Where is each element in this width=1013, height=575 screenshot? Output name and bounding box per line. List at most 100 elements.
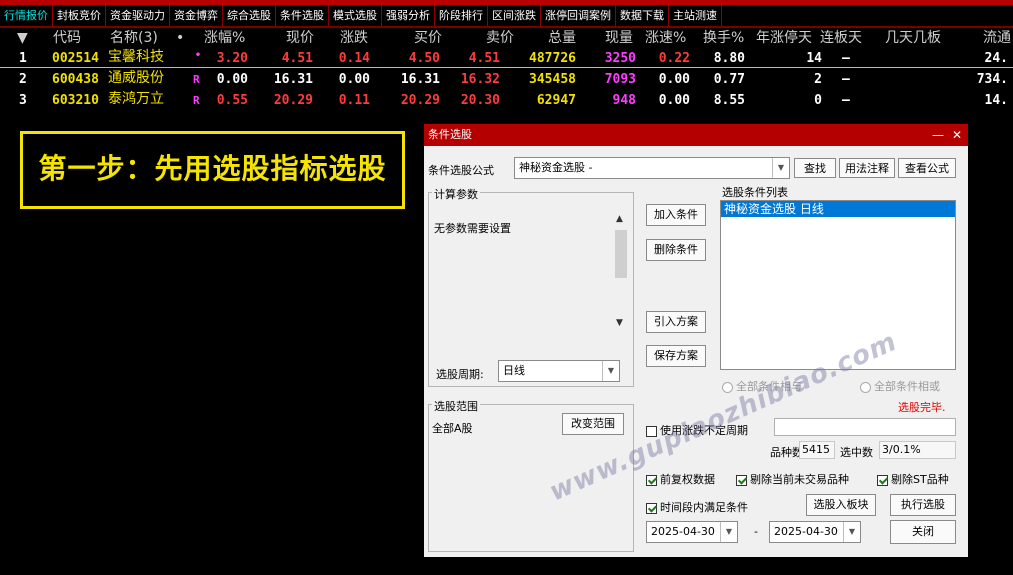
use-period-checkbox[interactable]: 使用涨跌不定周期 [646,422,748,438]
tab-quotes[interactable]: 行情报价 [0,5,53,26]
chevron-down-icon[interactable]: ▼ [602,361,619,381]
tab-speed-test[interactable]: 主站测速 [669,5,722,26]
stock-name[interactable]: 通威股份 [108,69,164,88]
minimize-icon[interactable]: — [932,124,944,146]
params-group-label: 计算参数 [432,186,480,202]
col-speed[interactable]: 涨速% [645,28,686,48]
chevron-down-icon[interactable]: ▼ [772,158,789,178]
scroll-down-icon[interactable]: ▼ [616,318,623,328]
stock-name[interactable]: 泰鸿万立 [108,90,164,109]
date-dash: - [754,525,758,538]
col-turnover[interactable]: 换手% [703,28,744,48]
volume: 62947 [536,93,576,108]
add-to-block-button[interactable]: 选股入板块 [806,494,876,516]
params-scrollbar[interactable]: ▲ ▼ [613,214,629,334]
use-period-label: 使用涨跌不定周期 [660,424,748,437]
close-icon[interactable]: ✕ [952,124,962,146]
execute-select-button[interactable]: 执行选股 [890,494,956,516]
change-range-button[interactable]: 改变范围 [562,413,624,435]
col-price[interactable]: 现价 [286,28,314,48]
tab-strength-analysis[interactable]: 强弱分析 [382,5,435,26]
all-and-radio[interactable]: 全部条件相与 [722,378,802,394]
condition-list[interactable]: 神秘资金选股 日线 [720,200,956,370]
condition-list-item[interactable]: 神秘资金选股 日线 [721,201,955,217]
view-formula-button[interactable]: 查看公式 [898,158,956,178]
turnover: 8.55 [713,93,745,108]
tab-stage-ranking[interactable]: 阶段排行 [435,5,488,26]
selected-row-underline [0,67,1013,68]
all-or-label: 全部条件相或 [874,380,940,393]
chevron-down-icon[interactable]: ▼ [720,522,737,542]
bid: 4.50 [408,51,440,66]
save-plan-button[interactable]: 保存方案 [646,345,706,367]
delete-condition-button[interactable]: 删除条件 [646,239,706,261]
exclude-untraded-checkbox[interactable]: 剔除当前未交易品种 [736,471,849,487]
dialog-titlebar[interactable]: 条件选股 [424,124,968,146]
sort-arrow-icon[interactable]: ▼ [17,28,28,48]
tab-fund-game[interactable]: 资金博弈 [170,5,223,26]
chevron-down-icon[interactable]: ▼ [843,522,860,542]
find-button[interactable]: 查找 [794,158,836,178]
fq-checkbox[interactable]: 前复权数据 [646,471,715,487]
board-days: – [842,72,850,87]
col-bid[interactable]: 买价 [414,28,442,48]
board-days: – [842,93,850,108]
time-condition-checkbox[interactable]: 时间段内满足条件 [646,499,748,515]
import-plan-button[interactable]: 引入方案 [646,311,706,333]
col-limit-days[interactable]: 年涨停天 [756,28,812,48]
turnover: 0.77 [713,72,745,87]
col-code[interactable]: 代码 [53,28,81,48]
tab-limit-pullback[interactable]: 涨停回调案例 [541,5,616,26]
count-value: 5415 [799,441,835,459]
row-flag: R [193,94,200,107]
scroll-up-icon[interactable]: ▲ [616,214,623,224]
exclude-st-checkbox[interactable]: 剔除ST品种 [877,471,949,487]
ask: 4.51 [468,51,500,66]
tab-pattern-select[interactable]: 模式选股 [329,5,382,26]
col-ask[interactable]: 卖价 [486,28,514,48]
checkbox-icon [877,474,888,486]
checkbox-icon [736,474,747,486]
period-select[interactable]: 日线 ▼ [498,360,620,382]
col-name[interactable]: 名称(3) [110,28,158,48]
formula-label: 条件选股公式 [428,164,494,177]
col-pct[interactable]: 涨幅% [204,28,245,48]
col-cur-vol[interactable]: 现量 [605,28,633,48]
tab-range-change[interactable]: 区间涨跌 [488,5,541,26]
date-to-value: 2025-04-30 [774,525,838,538]
stock-name[interactable]: 宝馨科技 [108,48,164,67]
stock-code[interactable]: 600438 [52,70,99,89]
all-and-label: 全部条件相与 [736,380,802,393]
done-status: 选股完毕. [898,401,946,414]
period-input[interactable] [774,418,956,436]
tab-sealing-bid[interactable]: 封板竞价 [53,5,106,26]
scroll-thumb[interactable] [615,230,627,278]
add-condition-button[interactable]: 加入条件 [646,204,706,226]
speed: 0.00 [658,72,690,87]
stock-code[interactable]: 002514 [52,49,99,68]
checkbox-icon [646,502,657,514]
col-board-days[interactable]: 连板天 [820,28,862,48]
col-streak[interactable]: 几天几板 [885,28,941,48]
close-dialog-button[interactable]: 关闭 [890,520,956,544]
date-from-select[interactable]: 2025-04-30 ▼ [646,521,738,543]
formula-select[interactable]: 神秘资金选股 - ▼ [514,157,790,179]
tab-composite-select[interactable]: 综合选股 [223,5,276,26]
col-float[interactable]: 流通 [983,28,1011,48]
date-to-select[interactable]: 2025-04-30 ▼ [769,521,861,543]
no-params-text: 无参数需要设置 [434,222,511,235]
radio-icon [860,381,871,393]
float: 24. [984,51,1008,66]
all-or-radio[interactable]: 全部条件相或 [860,378,940,394]
pct: 0.55 [216,93,248,108]
tab-data-download[interactable]: 数据下载 [616,5,669,26]
tab-fund-drive[interactable]: 资金驱动力 [106,5,170,26]
usage-button[interactable]: 用法注释 [839,158,895,178]
col-volume[interactable]: 总量 [548,28,576,48]
volume: 345458 [529,72,576,87]
stock-code[interactable]: 603210 [52,91,99,110]
col-change[interactable]: 涨跌 [340,28,368,48]
turnover: 8.80 [713,51,745,66]
limit-days: 2 [814,72,822,87]
tab-condition-select[interactable]: 条件选股 [276,5,329,26]
